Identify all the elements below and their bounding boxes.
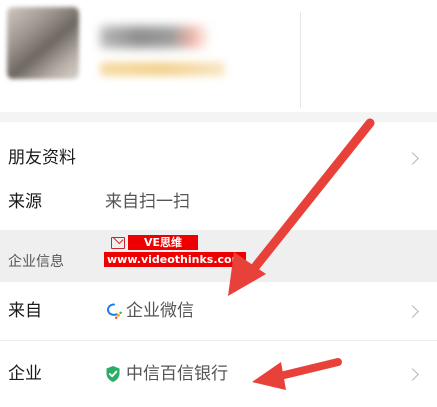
company-value: 中信百信银行 (126, 364, 228, 384)
source-row: 来源 来自扫一扫 (0, 178, 437, 230)
watermark-url: www.videothinks.com (104, 252, 247, 267)
company-label: 企业 (8, 364, 42, 384)
company-row[interactable]: 企业 中信百信银行 (0, 341, 437, 407)
chevron-right-icon (406, 368, 419, 381)
watermark-brand: VE思维 (128, 235, 198, 250)
chevron-right-icon (406, 305, 419, 318)
friend-profile-row[interactable]: 朋友资料 (0, 122, 437, 178)
source-label: 来源 (8, 192, 42, 212)
wecom-icon (107, 303, 122, 319)
verified-shield-icon (106, 366, 120, 382)
friend-profile-label: 朋友资料 (8, 148, 76, 168)
chevron-right-icon (406, 152, 419, 165)
from-value: 企业微信 (126, 301, 194, 321)
profile-card[interactable] (0, 0, 437, 112)
section-gap (0, 112, 437, 122)
card-divider (300, 12, 301, 108)
watermark-mail-icon (111, 237, 125, 249)
avatar[interactable] (7, 7, 79, 79)
enterprise-section-title: 企业信息 (8, 254, 64, 270)
from-row[interactable]: 来自 企业微信 (0, 282, 437, 340)
blurred-name (100, 26, 210, 48)
from-label: 来自 (8, 301, 42, 321)
blurred-subtitle (100, 62, 225, 76)
source-value: 来自扫一扫 (105, 192, 190, 212)
